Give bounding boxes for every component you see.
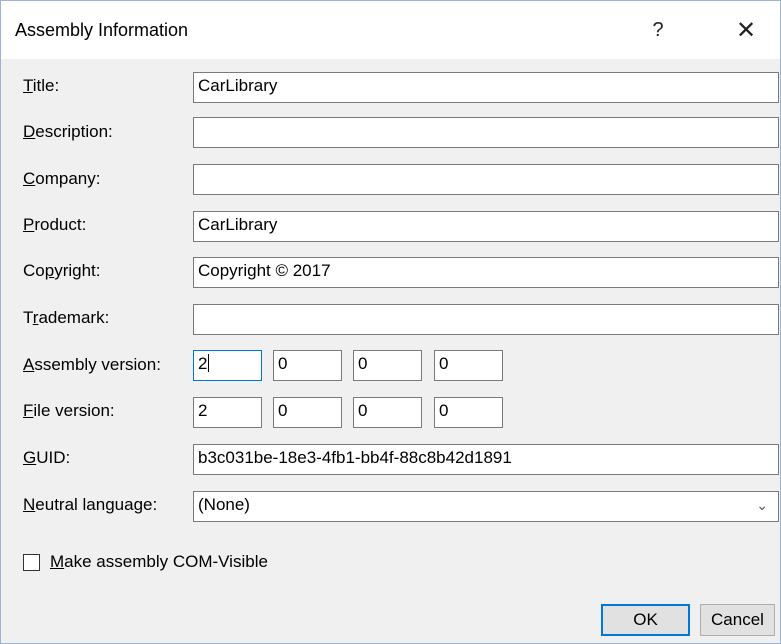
assembly-version-revision-input[interactable]: 0 <box>434 350 503 381</box>
com-visible-checkbox[interactable] <box>23 554 40 571</box>
file-version-major-input[interactable]: 2 <box>193 397 262 428</box>
file-version-label: File version: <box>23 401 115 420</box>
text-caret <box>208 354 210 372</box>
close-icon[interactable]: ✕ <box>723 9 769 51</box>
chevron-down-icon: ⌄ <box>756 497 768 513</box>
description-input[interactable] <box>193 117 779 148</box>
help-icon[interactable]: ? <box>635 9 681 51</box>
guid-input[interactable]: b3c031be-18e3-4fb1-bb4f-88c8b42d1891 <box>193 444 779 475</box>
assembly-version-major-input[interactable]: 2 <box>193 350 262 381</box>
cancel-button[interactable]: Cancel <box>700 604 775 636</box>
copyright-input[interactable]: Copyright © 2017 <box>193 257 779 288</box>
copyright-label: Copyright: <box>23 261 101 280</box>
assembly-version-label: Assembly version: <box>23 355 161 374</box>
trademark-label: Trademark: <box>23 308 110 327</box>
trademark-input[interactable] <box>193 304 779 335</box>
dialog-title: Assembly Information <box>15 20 189 40</box>
company-input[interactable] <box>193 164 779 195</box>
title-bar: Assembly Information ? ✕ <box>1 1 780 59</box>
file-version-build-input[interactable]: 0 <box>353 397 422 428</box>
product-input[interactable]: CarLibrary <box>193 211 779 242</box>
com-visible-label[interactable]: Make assembly COM-Visible <box>50 552 268 572</box>
ok-button[interactable]: OK <box>601 604 690 636</box>
assembly-information-dialog: Assembly Information ? ✕ Title: CarLibra… <box>0 0 781 644</box>
neutral-language-value: (None) <box>198 495 250 514</box>
product-label: Product: <box>23 215 87 234</box>
neutral-language-select[interactable]: (None) ⌄ <box>193 491 779 522</box>
file-version-minor-input[interactable]: 0 <box>273 397 342 428</box>
company-label: Company: <box>23 169 101 188</box>
description-label: Description: <box>23 122 113 141</box>
file-version-revision-input[interactable]: 0 <box>434 397 503 428</box>
title-label: Title: <box>23 76 60 95</box>
guid-label: GUID: <box>23 448 71 467</box>
assembly-version-build-input[interactable]: 0 <box>353 350 422 381</box>
title-input[interactable]: CarLibrary <box>193 72 779 103</box>
assembly-version-minor-input[interactable]: 0 <box>273 350 342 381</box>
neutral-language-label: Neutral language: <box>23 495 158 514</box>
